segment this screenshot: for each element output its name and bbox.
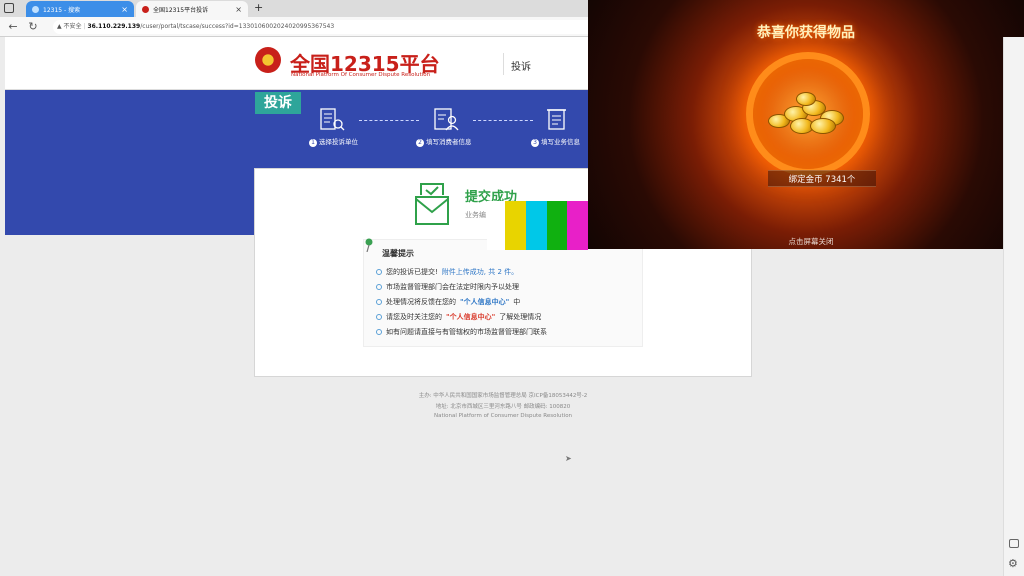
mouse-cursor-icon: ➤: [565, 454, 572, 463]
building-search-icon: [319, 107, 345, 131]
tips-title: 温馨提示: [382, 249, 414, 258]
step-1: 1 选择投诉单位: [309, 136, 358, 147]
bullet-icon: [376, 328, 382, 335]
national-emblem-icon: [255, 47, 281, 73]
tip-item: 您的投诉已提交! 附件上传成功, 共 2 件。: [376, 264, 641, 279]
tab-title: 12315 - 搜索: [43, 6, 81, 14]
bullet-icon: [376, 313, 382, 320]
pin-icon: [364, 238, 374, 253]
person-form-icon: [433, 107, 459, 131]
settings-gear-icon[interactable]: ⚙: [1008, 557, 1018, 570]
step-2: 2 填写消费者信息: [416, 136, 472, 147]
reward-amount: 绑定金币 7341个: [788, 175, 856, 185]
bullet-icon: [376, 283, 382, 290]
color-bars: [487, 201, 588, 250]
back-arrow-icon[interactable]: ←: [5, 19, 21, 35]
tab-search[interactable]: 12315 - 搜索 ×: [26, 1, 134, 17]
site-subtitle: National Platform Of Consumer Dispute Re…: [291, 72, 431, 78]
sidebar-toggle-icon[interactable]: [1009, 539, 1019, 548]
gold-coins-icon: [766, 88, 852, 138]
security-label: 不安全: [63, 23, 82, 30]
footer-line-1: 主办: 中华人民共和国国家市场监督管理总局 京ICP备18053442号-2: [418, 393, 588, 399]
mail-check-icon: [413, 181, 451, 227]
reward-overlay[interactable]: 恭喜你获得物品 绑定金币 7341个 点击屏幕关闭: [588, 0, 1024, 249]
close-hint[interactable]: 点击屏幕关闭: [588, 236, 1024, 247]
warning-icon: ▲: [57, 23, 62, 30]
step-connector: [359, 120, 419, 121]
nav-complaint[interactable]: 投诉: [511, 58, 531, 73]
tab-12315[interactable]: 全国12315平台投诉 ×: [136, 1, 248, 17]
tip-item: 请您及时关注您的 "个人信息中心" 了解处理情况: [376, 309, 641, 324]
footer-line-2: 地址: 北京市西城区三里河东路八号 邮政编码: 100820: [435, 404, 571, 410]
step-3: 3 填写业务信息: [531, 136, 580, 147]
close-icon[interactable]: ×: [235, 5, 242, 14]
personal-center-link[interactable]: "个人信息中心": [446, 312, 495, 322]
bullet-icon: [376, 268, 382, 275]
tip-item: 如有问题请直接与有管辖权的市场监督管理部门联系: [376, 324, 641, 339]
footer-line-3: National Platform of Consumer Dispute Re…: [433, 413, 573, 419]
document-scroll-icon: [545, 107, 569, 131]
bullet-icon: [376, 298, 382, 305]
reward-title: 恭喜你获得物品: [757, 25, 855, 41]
new-tab-button[interactable]: +: [254, 1, 263, 14]
tips-box: 温馨提示 您的投诉已提交! 附件上传成功, 共 2 件。 市场监督管理部门会在法定…: [363, 238, 643, 347]
url-path: /cuser/portal/tscase/success?id=13301060…: [140, 23, 335, 30]
emblem-icon: [142, 5, 149, 13]
side-panel: ⚙: [1003, 37, 1024, 576]
window-menu-icon[interactable]: [4, 3, 14, 13]
url-host: 36.110.229.139: [87, 23, 141, 30]
personal-center-link[interactable]: "个人信息中心": [460, 297, 509, 307]
complaint-badge: 投诉: [255, 92, 301, 114]
close-icon[interactable]: ×: [121, 5, 128, 14]
edge-icon: [32, 5, 39, 13]
step-connector: [473, 120, 533, 121]
reload-icon[interactable]: ↻: [25, 19, 41, 35]
tab-title: 全国12315平台投诉: [153, 6, 209, 14]
tip-item: 处理情况将反馈在您的 "个人信息中心" 中: [376, 294, 641, 309]
tip-item: 市场监督管理部门会在法定时限内予以处理: [376, 279, 641, 294]
business-number-label: 业务编: [465, 211, 486, 219]
